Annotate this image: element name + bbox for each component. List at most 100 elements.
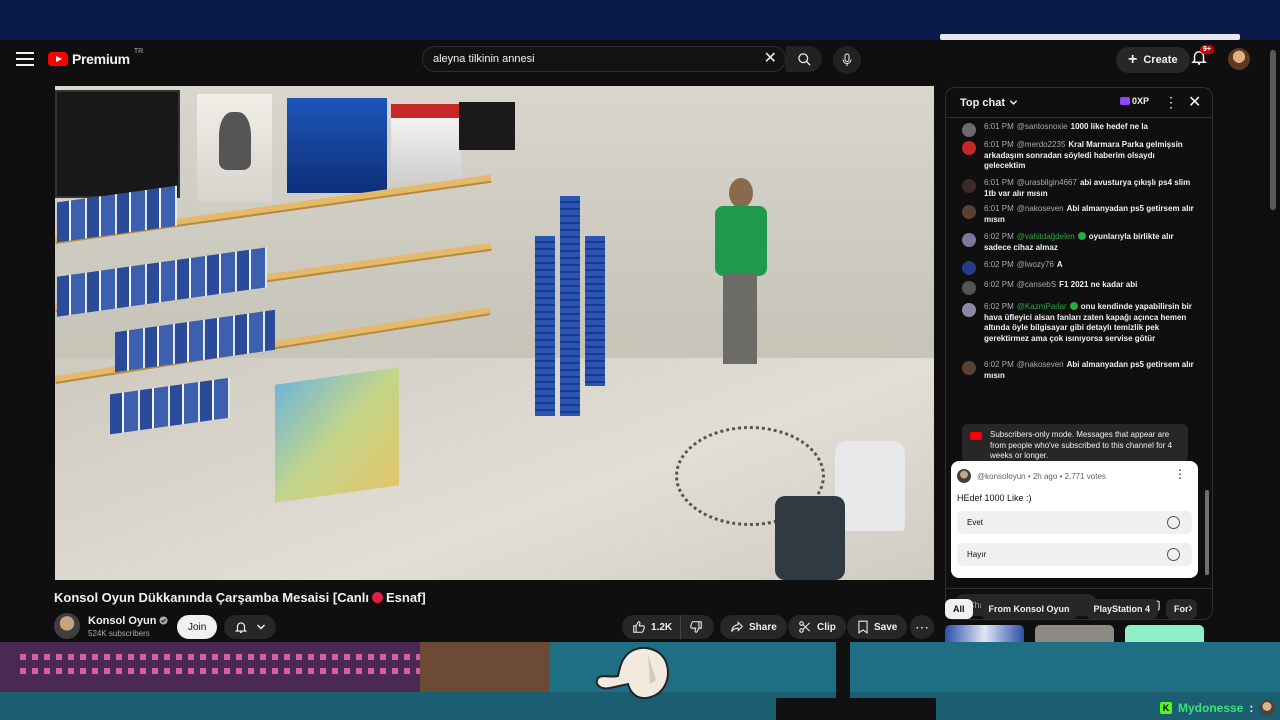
search-button[interactable] [786, 46, 822, 72]
related-filter-chips: All From Konsol Oyun PlayStation 4 For [945, 597, 1213, 621]
channel-points-button[interactable]: 0XP [1120, 96, 1149, 106]
dislike-button[interactable] [681, 615, 711, 639]
video-player[interactable] [55, 86, 934, 580]
video-title-part1: Konsol Oyun Dükkanında Çarşamba Mesaisi … [54, 590, 369, 605]
related-thumbnail[interactable] [1035, 625, 1114, 642]
save-label: Save [874, 621, 898, 633]
voice-search-button[interactable] [833, 46, 861, 74]
chat-author-avatar[interactable] [962, 141, 976, 155]
related-thumbnails [945, 625, 1213, 642]
logo-text: Premium [72, 51, 130, 67]
chat-options-icon[interactable]: ⋮ [1164, 94, 1178, 111]
chat-author-avatar[interactable] [962, 205, 976, 219]
chat-author[interactable]: @nakoseven [1017, 360, 1064, 369]
radio-icon[interactable] [1167, 548, 1180, 561]
chat-message[interactable]: 6:01 PM @nakoseven Abi almanyadan ps5 geti… [962, 204, 1198, 225]
join-button[interactable]: Join [177, 615, 218, 639]
chat-message[interactable]: 6:02 PM @lwozy76 A [962, 260, 1198, 275]
clear-search-icon[interactable]: ✕ [764, 51, 777, 67]
chat-message[interactable]: 6:02 PM @vahitdağdelen oyunlarıyla birlikt… [962, 232, 1198, 253]
poll-options-icon[interactable]: ⋮ [1174, 467, 1186, 481]
channel-name-row[interactable]: Konsol Oyun [88, 615, 169, 627]
clip-button[interactable]: Clip [788, 615, 846, 639]
chat-timestamp: 6:01 PM [984, 122, 1014, 131]
more-actions-icon[interactable]: ⋯ [910, 615, 934, 639]
live-red-circle-icon [371, 592, 383, 603]
member-badge-icon [1069, 302, 1078, 310]
related-thumbnail[interactable] [945, 625, 1024, 642]
chevron-right-icon[interactable]: › [1188, 599, 1193, 615]
related-thumbnail[interactable] [1125, 625, 1204, 642]
chat-poll: @konsoloyun • 2h ago • 2,771 votes ⋮ HEd… [951, 461, 1198, 578]
chat-author[interactable]: @KazmParlar [1017, 302, 1067, 311]
kick-icon: K [1160, 702, 1172, 714]
channel-avatar[interactable] [54, 613, 80, 639]
chat-author[interactable]: @vahitdağdelen [1017, 232, 1075, 241]
save-button[interactable]: Save [847, 615, 908, 639]
chat-mode-selector[interactable]: Top chat [960, 97, 1018, 109]
thumbs-down-icon [690, 621, 702, 633]
search-input[interactable]: aleyna tilkinin annesi ✕ [422, 46, 786, 72]
chat-author-avatar[interactable] [962, 233, 976, 247]
video-scene-chair [775, 496, 845, 580]
poll-option-hayir[interactable]: Hayır [957, 543, 1192, 566]
subscription-bell-button[interactable] [224, 615, 276, 639]
subscriber-count: 524K subscribers [88, 628, 150, 638]
verified-icon [159, 616, 169, 625]
page-scrollbar[interactable] [1267, 40, 1280, 642]
chat-author[interactable]: @lwozy76 [1017, 260, 1054, 269]
chat-author[interactable]: @merdo2235 [1017, 140, 1066, 149]
chat-scrollbar[interactable] [1205, 170, 1209, 616]
chip-playstation-4[interactable]: PlayStation 4 [1085, 599, 1159, 619]
share-button[interactable]: Share [720, 615, 787, 639]
chat-timestamp: 6:01 PM [984, 140, 1014, 149]
streamer-username: Mydonesse [1178, 701, 1244, 715]
chat-author[interactable]: @cansebS [1017, 280, 1056, 289]
chat-author-avatar[interactable] [962, 261, 976, 275]
chat-message[interactable]: 6:02 PM @KazmParlar onu kendinde yapabilir… [962, 302, 1198, 344]
chip-from-channel[interactable]: From Konsol Oyun [980, 599, 1078, 619]
chat-message[interactable]: 6:01 PM @merdo2235 Kral Marmara Parka gelm… [962, 140, 1198, 172]
chip-all[interactable]: All [945, 599, 973, 619]
chat-author-avatar[interactable] [962, 361, 976, 375]
channel-name[interactable]: Konsol Oyun [88, 615, 156, 627]
chevron-down-icon [256, 624, 266, 630]
account-avatar[interactable] [1228, 48, 1250, 70]
share-label: Share [749, 621, 777, 633]
stream-overlay-bottom [0, 642, 1280, 720]
video-title: Konsol Oyun Dükkanında Çarşamba Mesaisi … [54, 590, 426, 605]
logo-region: TR [133, 47, 144, 55]
chat-author-avatar[interactable] [962, 281, 976, 295]
video-title-part2: Esnaf] [385, 590, 426, 605]
like-button[interactable]: 1.2K [622, 615, 682, 639]
radio-icon[interactable] [1167, 516, 1180, 529]
chat-author[interactable]: @nakoseven [1017, 204, 1064, 213]
chat-scrollbar-thumb[interactable] [1205, 490, 1209, 575]
poll-option-evet[interactable]: Evet [957, 511, 1192, 534]
menu-icon[interactable] [16, 50, 34, 68]
notifications-button[interactable]: 9+ [1190, 45, 1214, 70]
chat-author-avatar[interactable] [962, 303, 976, 317]
chat-author-avatar[interactable] [962, 179, 976, 193]
ps3-box [391, 104, 461, 182]
live-chat-panel: Top chat 0XP ⋮ ✕ 6:01 PM @santosnoxie 1000… [945, 87, 1213, 620]
chat-message[interactable]: 6:01 PM @santosnoxie 1000 like hedef ne la [962, 122, 1198, 137]
youtube-logo[interactable]: Premium TR [48, 47, 144, 67]
chat-text: Abi almanyadan ps5 getirsem alır mısın [984, 360, 1194, 380]
create-button[interactable]: + Create [1116, 47, 1190, 73]
chat-author-avatar[interactable] [962, 123, 976, 137]
page-scrollbar-thumb[interactable] [1270, 50, 1276, 210]
game-stack-2 [560, 196, 580, 416]
chat-text: onu kendinde yapabilirsin bir hava üfley… [984, 302, 1192, 343]
share-icon [731, 621, 743, 632]
thumbs-up-icon [633, 621, 645, 633]
close-chat-icon[interactable]: ✕ [1188, 92, 1201, 112]
chat-message-body: 6:02 PM @nakoseven Abi almanyadan ps5 geti… [984, 360, 1198, 381]
chat-author[interactable]: @santosnoxie [1017, 122, 1068, 131]
chat-author[interactable]: @urasbilgin4667 [1017, 178, 1077, 187]
overlay-pole [776, 642, 936, 720]
video-scene-tv [55, 90, 180, 198]
chat-message[interactable]: 6:01 PM @urasbilgin4667 abi avusturya çıkı… [962, 178, 1198, 199]
chat-message[interactable]: 6:02 PM @cansebS F1 2021 ne kadar abi [962, 280, 1198, 295]
chat-message[interactable]: 6:02 PM @nakoseven Abi almanyadan ps5 geti… [962, 360, 1198, 381]
